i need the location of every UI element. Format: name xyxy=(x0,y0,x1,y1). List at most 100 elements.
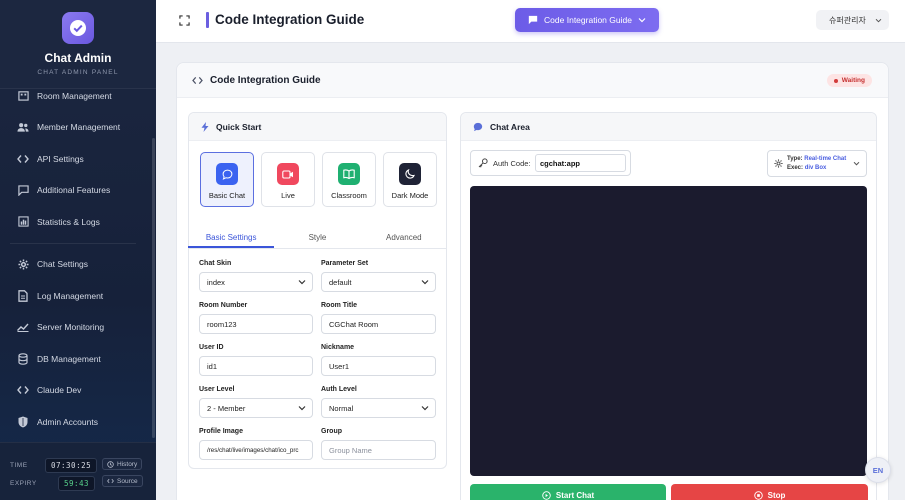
room-number-value: room123 xyxy=(207,319,237,329)
chat-preview-screen[interactable] xyxy=(470,186,867,476)
tab-style[interactable]: Style xyxy=(274,227,360,248)
sidebar-scrollbar[interactable] xyxy=(152,138,155,438)
user-menu[interactable]: 슈퍼관리자 xyxy=(816,10,889,30)
sidebar-item-db-management[interactable]: DB Management xyxy=(0,343,150,375)
group-input[interactable]: Group Name xyxy=(321,440,436,460)
sidebar-item-label: Statistics & Logs xyxy=(37,216,100,227)
sidebar-item-api-settings[interactable]: API Settings xyxy=(0,143,150,175)
card-title: Code Integration Guide xyxy=(210,74,321,86)
source-button[interactable]: Source xyxy=(102,475,143,487)
chat-bubble-icon xyxy=(528,15,538,25)
tile-label: Live xyxy=(281,191,295,200)
shield-icon xyxy=(17,416,29,428)
clock-icon xyxy=(107,460,114,468)
chat-area-title: Chat Area xyxy=(490,121,530,132)
chevron-down-icon xyxy=(875,18,882,23)
document-icon xyxy=(17,289,29,302)
sidebar-item-label: Member Management xyxy=(37,122,121,133)
expiry-row: EXPIRY 59:43 xyxy=(10,476,96,491)
tile-dark-mode[interactable]: Dark Mode xyxy=(383,152,437,207)
user-id-label: User ID xyxy=(199,344,224,351)
user-id-input[interactable]: id1 xyxy=(199,356,313,376)
start-chat-button[interactable]: Start Chat xyxy=(470,484,666,500)
sidebar-divider xyxy=(10,242,136,244)
user-level-select[interactable]: 2 - Member xyxy=(199,398,313,418)
brand-subtitle: CHAT ADMIN PANEL xyxy=(37,69,119,76)
chat-bubble-icon xyxy=(17,184,29,196)
tile-classroom[interactable]: Classroom xyxy=(322,152,376,207)
tile-live[interactable]: Live xyxy=(261,152,315,207)
code-icon xyxy=(17,153,29,165)
sidebar: Room Management Member Management API Se… xyxy=(0,0,156,500)
auth-code-value: cgchat:app xyxy=(540,158,581,168)
room-title-input[interactable]: CGChat Room xyxy=(321,314,436,334)
user-id-value: id1 xyxy=(207,361,218,371)
nickname-input[interactable]: User1 xyxy=(321,356,436,376)
sidebar-item-label: Server Monitoring xyxy=(37,322,105,333)
tab-basic-settings[interactable]: Basic Settings xyxy=(188,227,275,248)
page-title: Code Integration Guide xyxy=(215,12,365,27)
tab-advanced[interactable]: Advanced xyxy=(361,227,447,248)
auth-code-box: Auth Code: cgchat:app xyxy=(470,150,631,176)
gear-icon xyxy=(774,159,783,168)
chat-bubble-icon xyxy=(473,122,483,132)
guide-dropdown-button[interactable]: Code Integration Guide xyxy=(515,8,659,32)
auth-level-select[interactable]: Normal xyxy=(321,398,436,418)
group-placeholder: Group Name xyxy=(329,445,372,455)
book-icon xyxy=(338,163,360,185)
sidebar-nav: Room Management Member Management API Se… xyxy=(0,80,150,438)
history-button[interactable]: History xyxy=(102,458,143,470)
sidebar-footer: TIME 07:30:25 EXPIRY 59:43 History Sourc… xyxy=(0,442,156,500)
type-selector[interactable]: Type: Real-time Chat Exec: div Box xyxy=(767,150,867,177)
sidebar-item-label: Log Management xyxy=(37,290,104,301)
expand-icon[interactable] xyxy=(178,14,190,26)
time-label: TIME xyxy=(10,462,28,469)
brand-title: Chat Admin xyxy=(44,51,112,65)
chevron-down-icon xyxy=(638,17,646,23)
profile-image-input[interactable]: /res/chat/live/images/chat/ico_prc xyxy=(199,440,313,460)
tile-label: Dark Mode xyxy=(391,191,429,200)
chevron-down-icon xyxy=(298,405,306,411)
sidebar-item-additional-features[interactable]: Additional Features xyxy=(0,175,150,207)
moon-icon xyxy=(399,163,421,185)
guide-button-label: Code Integration Guide xyxy=(544,15,632,25)
auth-code-input[interactable]: cgchat:app xyxy=(535,154,626,172)
sidebar-item-server-monitoring[interactable]: Server Monitoring xyxy=(0,312,150,344)
expiry-label: EXPIRY xyxy=(10,480,37,487)
chevron-down-icon xyxy=(421,279,429,285)
bar-chart-icon xyxy=(17,216,29,228)
sidebar-item-label: DB Management xyxy=(37,353,101,364)
tile-basic-chat[interactable]: Basic Chat xyxy=(200,152,254,207)
sidebar-item-log-management[interactable]: Log Management xyxy=(0,280,150,312)
key-icon xyxy=(478,158,488,168)
param-set-select[interactable]: default xyxy=(321,272,436,292)
stop-button[interactable]: Stop xyxy=(671,484,868,500)
type-value: Real-time Chat xyxy=(804,156,847,162)
param-set-label: Parameter Set xyxy=(321,260,369,267)
expiry-value: 59:43 xyxy=(58,476,96,491)
history-label: History xyxy=(117,460,138,468)
auth-level-label: Auth Level xyxy=(321,386,357,393)
sidebar-item-claude-dev[interactable]: Claude Dev xyxy=(0,375,150,407)
language-toggle-button[interactable]: EN xyxy=(865,457,891,483)
nickname-label: Nickname xyxy=(321,344,355,351)
start-chat-label: Start Chat xyxy=(555,490,595,500)
chat-skin-label: Chat Skin xyxy=(199,260,232,267)
play-circle-icon xyxy=(542,490,551,500)
sidebar-item-label: API Settings xyxy=(37,153,84,164)
brand: Chat Admin CHAT ADMIN PANEL xyxy=(0,0,156,89)
sidebar-item-label: Admin Accounts xyxy=(37,416,98,427)
user-level-value: 2 - Member xyxy=(207,403,246,413)
sidebar-item-statistics-logs[interactable]: Statistics & Logs xyxy=(0,206,150,238)
sidebar-item-chat-settings[interactable]: Chat Settings xyxy=(0,249,150,281)
sidebar-item-admin-accounts[interactable]: Admin Accounts xyxy=(0,406,150,438)
sidebar-item-label: Additional Features xyxy=(37,185,111,196)
exec-label: Exec: xyxy=(787,165,804,171)
exec-value: div Box xyxy=(804,165,827,171)
sidebar-item-member-management[interactable]: Member Management xyxy=(0,112,150,144)
check-badge-icon xyxy=(62,12,94,44)
user-name: 슈퍼관리자 xyxy=(829,15,866,25)
room-number-input[interactable]: room123 xyxy=(199,314,313,334)
status-badge: Waiting xyxy=(826,74,872,87)
chat-skin-select[interactable]: index xyxy=(199,272,313,292)
